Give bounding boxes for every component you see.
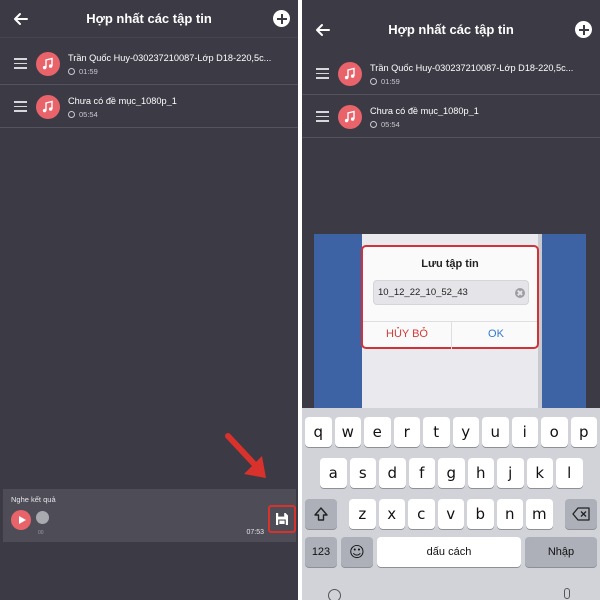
key-x[interactable]: x [378,499,405,529]
music-note-icon [338,105,362,129]
key-t[interactable]: t [423,417,450,447]
numbers-key[interactable]: 123 [305,537,337,567]
list-item[interactable]: Trần Quốc Huy-030237210087-Lớp D18-220,5… [0,42,298,85]
key-f[interactable]: f [408,458,435,488]
current-time: 00 [38,530,44,536]
list-item[interactable]: Chưa có đề mục_1080p_1 05:54 [302,95,600,138]
key-w[interactable]: w [334,417,361,447]
shift-icon [314,507,328,521]
key-d[interactable]: d [379,458,406,488]
file-duration: 01:59 [68,67,98,76]
key-h[interactable]: h [467,458,494,488]
page-title: Hợp nhất các tập tin [388,22,514,37]
clock-icon [68,68,75,75]
key-m[interactable]: m [526,499,553,529]
clock-icon [370,78,377,85]
file-list: Trần Quốc Huy-030237210087-Lớp D18-220,5… [302,52,600,138]
header: Hợp nhất các tập tin [302,11,600,49]
key-s[interactable]: s [349,458,376,488]
key-a[interactable]: a [320,458,347,488]
file-name: Trần Quốc Huy-030237210087-Lớp D18-220,5… [68,53,272,63]
file-duration: 05:54 [370,120,400,129]
cancel-button[interactable]: HỦY BỎ [363,328,451,340]
key-n[interactable]: n [496,499,523,529]
save-file-dialog: Lưu tập tin HỦY BỎ OK [361,245,539,349]
drag-handle-icon[interactable] [14,58,27,69]
key-k[interactable]: k [526,458,553,488]
right-screen: Hợp nhất các tập tin Trần Quốc Huy-03023… [302,0,600,600]
drag-handle-icon[interactable] [316,111,329,122]
list-item[interactable]: Chưa có đề mục_1080p_1 05:54 [0,85,298,128]
file-list: Trần Quốc Huy-030237210087-Lớp D18-220,5… [0,42,298,128]
key-l[interactable]: l [556,458,583,488]
total-time: 07:53 [246,529,264,536]
result-player: Nghe kết quả 00 07:53 [3,489,296,542]
file-name: Chưa có đề mục_1080p_1 [370,106,479,116]
header: Hợp nhất các tập tin [0,0,298,38]
drag-handle-icon[interactable] [316,68,329,79]
left-screen: Hợp nhất các tập tin Trần Quốc Huy-03023… [0,0,298,600]
key-r[interactable]: r [393,417,420,447]
backspace-key[interactable] [565,499,597,529]
list-item[interactable]: Trần Quốc Huy-030237210087-Lớp D18-220,5… [302,52,600,95]
return-key[interactable]: Nhập [525,537,597,567]
key-y[interactable]: y [452,417,479,447]
key-e[interactable]: e [364,417,391,447]
seek-slider-thumb[interactable] [36,511,49,524]
key-j[interactable]: j [497,458,524,488]
shift-key[interactable] [305,499,337,529]
file-name: Chưa có đề mục_1080p_1 [68,96,177,106]
clear-input-icon[interactable] [515,288,525,298]
emoji-key[interactable]: ☺ [341,537,373,567]
music-note-icon [36,95,60,119]
key-v[interactable]: v [437,499,464,529]
play-button[interactable] [11,510,31,530]
backspace-icon [572,507,590,521]
key-z[interactable]: z [349,499,376,529]
save-button[interactable] [268,505,296,533]
clock-icon [370,121,377,128]
on-screen-keyboard: 123 ☺ dấu cách Nhập qwertyuiop asdfghjkl z… [302,408,600,600]
dialog-divider [363,321,537,322]
music-note-icon [338,62,362,86]
keyboard-bottom-bar [302,582,600,600]
file-name: Trần Quốc Huy-030237210087-Lớp D18-220,5… [370,63,574,73]
file-duration: 05:54 [68,110,98,119]
globe-icon[interactable] [328,589,341,600]
add-icon[interactable] [575,21,592,38]
key-q[interactable]: q [305,417,332,447]
key-o[interactable]: o [541,417,568,447]
filename-input[interactable] [373,280,529,305]
ok-button[interactable]: OK [452,328,540,340]
key-i[interactable]: i [511,417,538,447]
key-u[interactable]: u [482,417,509,447]
key-p[interactable]: p [570,417,597,447]
key-g[interactable]: g [438,458,465,488]
music-note-icon [36,52,60,76]
file-duration: 01:59 [370,77,400,86]
pointer-arrow-annotation [225,433,266,478]
dialog-title: Lưu tập tin [421,258,479,270]
key-b[interactable]: b [467,499,494,529]
microphone-icon[interactable] [564,588,570,599]
back-arrow-icon[interactable] [8,6,34,32]
status-strip [302,0,600,11]
back-arrow-icon[interactable] [310,17,336,43]
save-icon [276,513,288,525]
player-label: Nghe kết quả [11,495,56,504]
clock-icon [68,111,75,118]
space-key[interactable]: dấu cách [377,537,521,567]
page-title: Hợp nhất các tập tin [86,11,212,26]
drag-handle-icon[interactable] [14,101,27,112]
key-c[interactable]: c [408,499,435,529]
add-icon[interactable] [273,10,290,27]
